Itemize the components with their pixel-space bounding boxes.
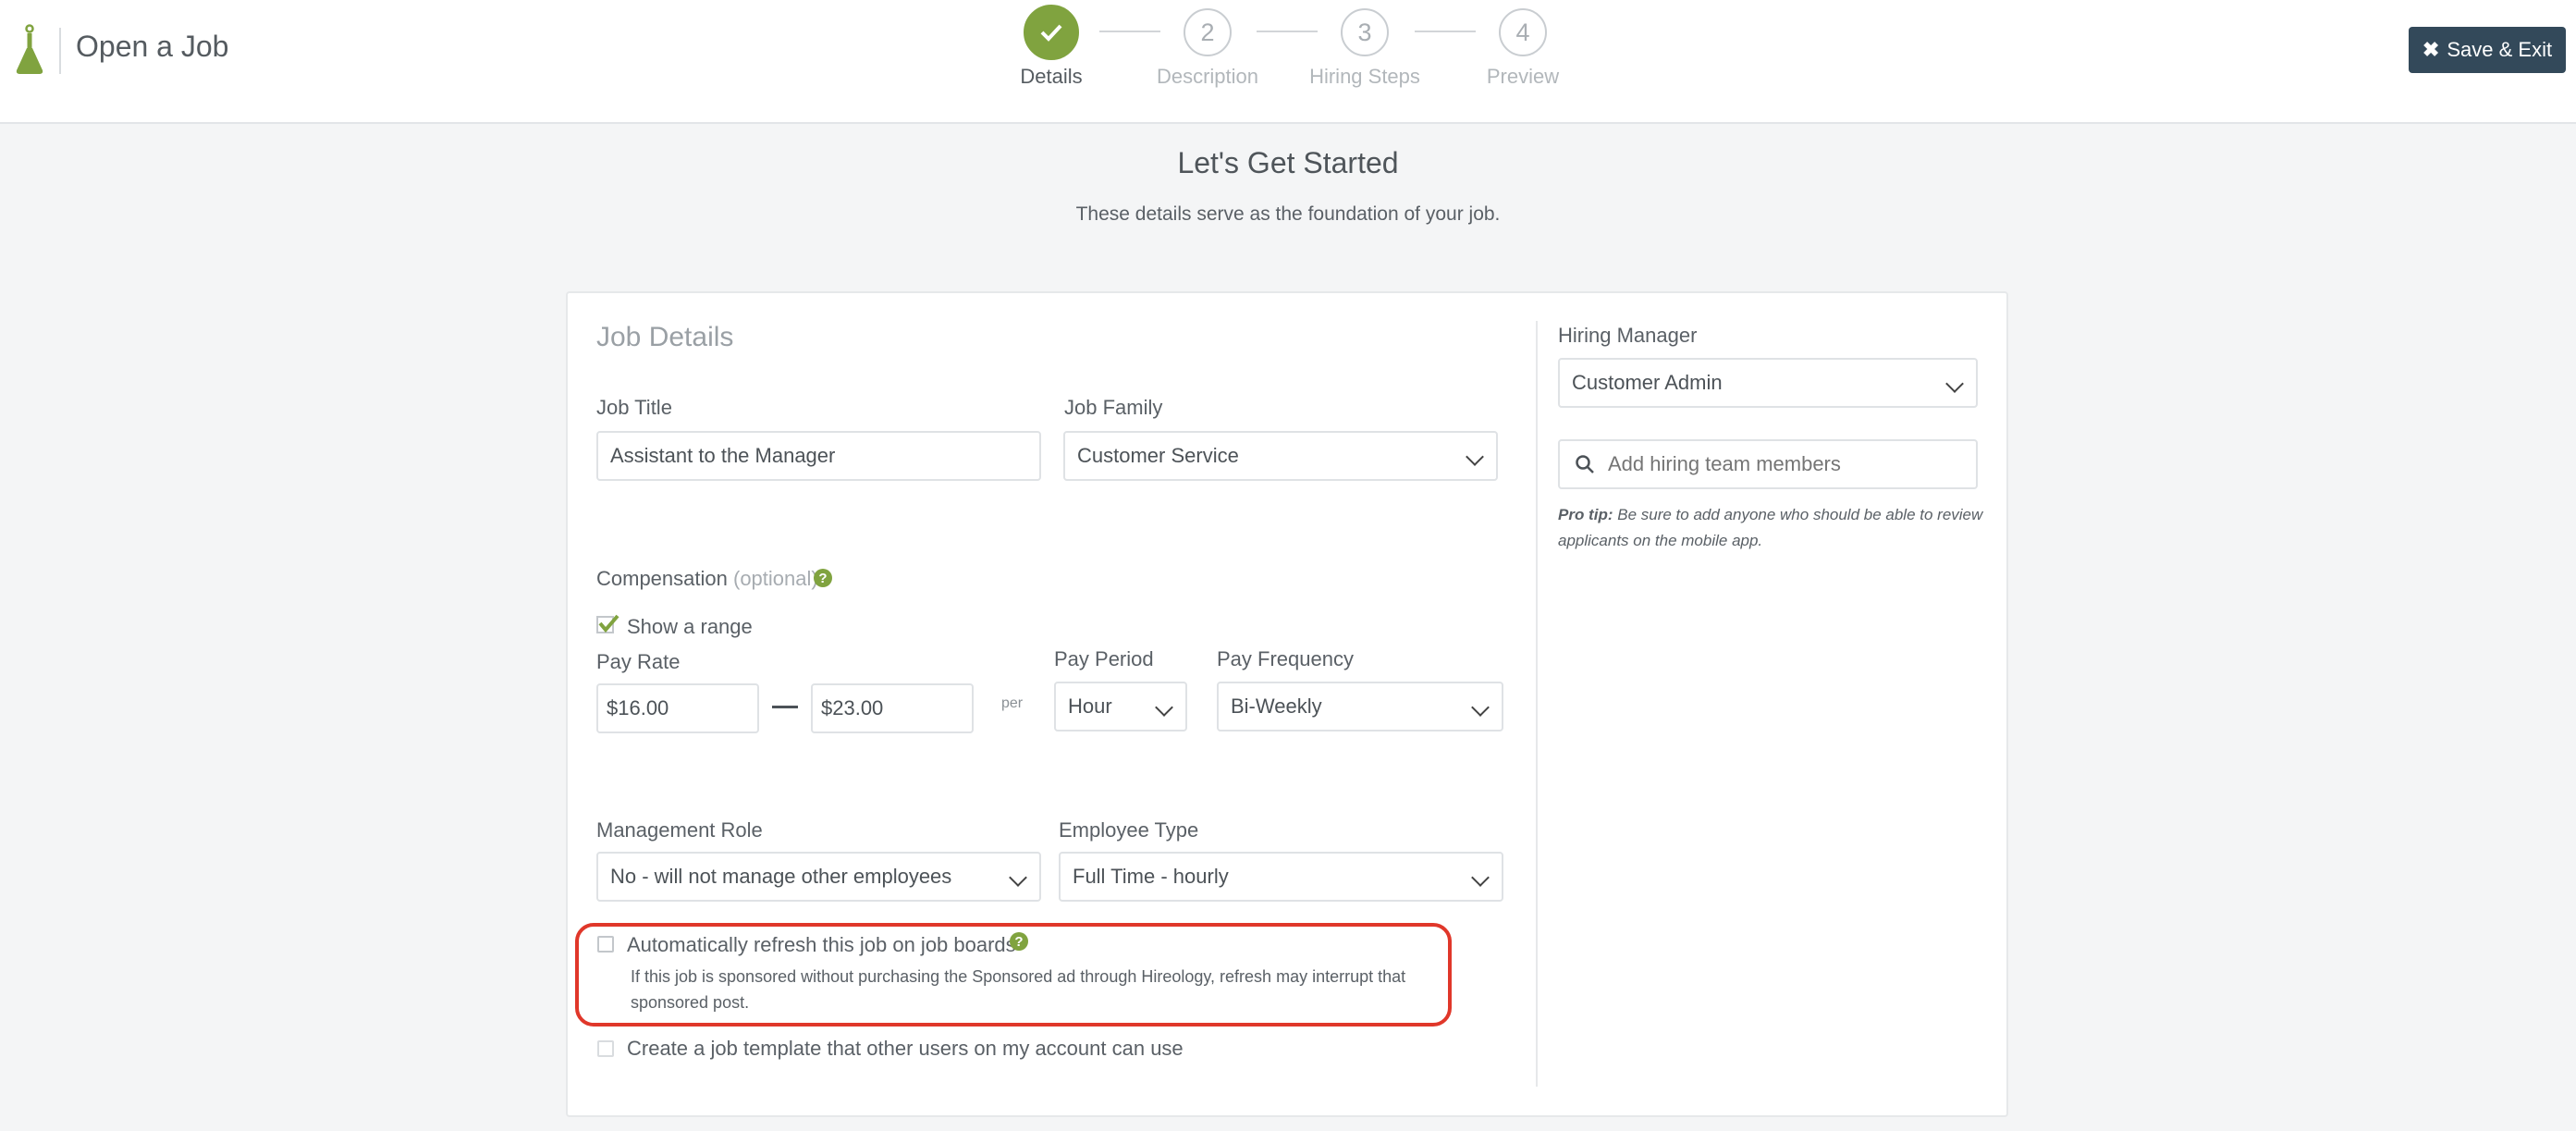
card-column-divider — [1536, 321, 1538, 1087]
step-connector — [1257, 31, 1318, 32]
pay-rate-max-value: $23.00 — [821, 696, 884, 719]
employee-type-value: Full Time - hourly — [1073, 865, 1229, 888]
job-title-input[interactable]: Assistant to the Manager — [596, 431, 1041, 481]
chevron-down-icon — [1471, 868, 1490, 887]
template-label[interactable]: Create a job template that other users o… — [627, 1037, 1184, 1061]
auto-refresh-checkbox[interactable] — [597, 936, 614, 953]
step-2-circle[interactable]: 2 — [1184, 8, 1232, 56]
template-checkbox[interactable] — [597, 1040, 614, 1057]
show-range-label[interactable]: Show a range — [627, 615, 753, 639]
step-4-circle[interactable]: 4 — [1499, 8, 1547, 56]
employee-type-label: Employee Type — [1059, 818, 1199, 842]
chevron-down-icon — [1155, 698, 1173, 717]
flask-icon — [16, 24, 43, 74]
pay-period-label: Pay Period — [1054, 647, 1154, 670]
pay-frequency-select[interactable]: Bi-Weekly — [1217, 682, 1503, 731]
compensation-optional: (optional) — [733, 567, 818, 590]
employee-type-select[interactable]: Full Time - hourly — [1059, 852, 1503, 902]
check-icon — [1040, 24, 1062, 42]
job-title-label: Job Title — [596, 396, 672, 419]
pay-frequency-value: Bi-Weekly — [1231, 695, 1322, 718]
pay-frequency-label: Pay Frequency — [1217, 647, 1354, 670]
pay-rate-label: Pay Rate — [596, 650, 681, 673]
pay-rate-max-input[interactable]: $23.00 — [811, 683, 974, 733]
show-range-checkbox[interactable] — [596, 614, 620, 634]
auto-refresh-label[interactable]: Automatically refresh this job on job bo… — [627, 933, 1016, 957]
pro-tip-text: Be sure to add anyone who should be able… — [1558, 506, 1983, 549]
job-family-label: Job Family — [1064, 396, 1163, 419]
search-icon — [1576, 455, 1594, 473]
chevron-down-icon — [1009, 868, 1027, 887]
pro-tip: Pro tip: Be sure to add anyone who shoul… — [1558, 502, 1983, 554]
pro-tip-label: Pro tip: — [1558, 506, 1613, 523]
save-exit-label: Save & Exit — [2447, 38, 2553, 61]
pay-period-select[interactable]: Hour — [1054, 682, 1187, 731]
range-dash — [772, 706, 798, 708]
header-divider — [59, 28, 61, 74]
compensation-label-text: Compensation — [596, 567, 728, 590]
job-family-select[interactable]: Customer Service — [1063, 431, 1498, 481]
step-3-label[interactable]: Hiring Steps — [1272, 65, 1457, 89]
pay-rate-min-input[interactable]: $16.00 — [596, 683, 759, 733]
save-exit-button[interactable]: ✖ Save & Exit — [2409, 27, 2566, 73]
step-3-circle[interactable]: 3 — [1341, 8, 1389, 56]
step-connector — [1099, 31, 1160, 32]
step-connector — [1415, 31, 1476, 32]
intro-subtitle: These details serve as the foundation of… — [1075, 203, 1501, 225]
management-role-select[interactable]: No - will not manage other employees — [596, 852, 1041, 902]
chevron-down-icon — [1945, 375, 1964, 393]
hiring-manager-select[interactable]: Customer Admin — [1558, 358, 1978, 408]
management-role-label: Management Role — [596, 818, 763, 842]
hiring-manager-value: Customer Admin — [1572, 371, 1723, 394]
auto-refresh-note: If this job is sponsored without purchas… — [631, 967, 1406, 1012]
section-title: Job Details — [596, 322, 734, 352]
step-4-label[interactable]: Preview — [1430, 65, 1615, 89]
close-icon: ✖ — [2422, 38, 2440, 61]
hiring-team-search[interactable] — [1558, 439, 1978, 489]
per-label: per — [1001, 695, 1024, 711]
pay-period-value: Hour — [1068, 695, 1112, 718]
question-icon[interactable]: ? — [814, 569, 832, 587]
management-role-value: No - will not manage other employees — [610, 865, 952, 888]
job-family-value: Customer Service — [1077, 444, 1239, 467]
intro-title: Let's Get Started — [1177, 146, 1399, 179]
step-1-circle[interactable] — [1024, 5, 1079, 60]
chevron-down-icon — [1466, 448, 1484, 466]
top-header: Open a Job 2 3 4 Details Description Hir… — [0, 0, 2576, 124]
page-title: Open a Job — [76, 30, 229, 63]
compensation-label: Compensation (optional) — [596, 567, 818, 591]
question-icon[interactable]: ? — [1010, 932, 1028, 951]
hiring-team-input[interactable] — [1606, 451, 1961, 477]
job-title-value: Assistant to the Manager — [610, 444, 836, 467]
chevron-down-icon — [1471, 698, 1490, 717]
hiring-manager-label: Hiring Manager — [1558, 324, 1698, 347]
pay-rate-min-value: $16.00 — [607, 696, 669, 719]
